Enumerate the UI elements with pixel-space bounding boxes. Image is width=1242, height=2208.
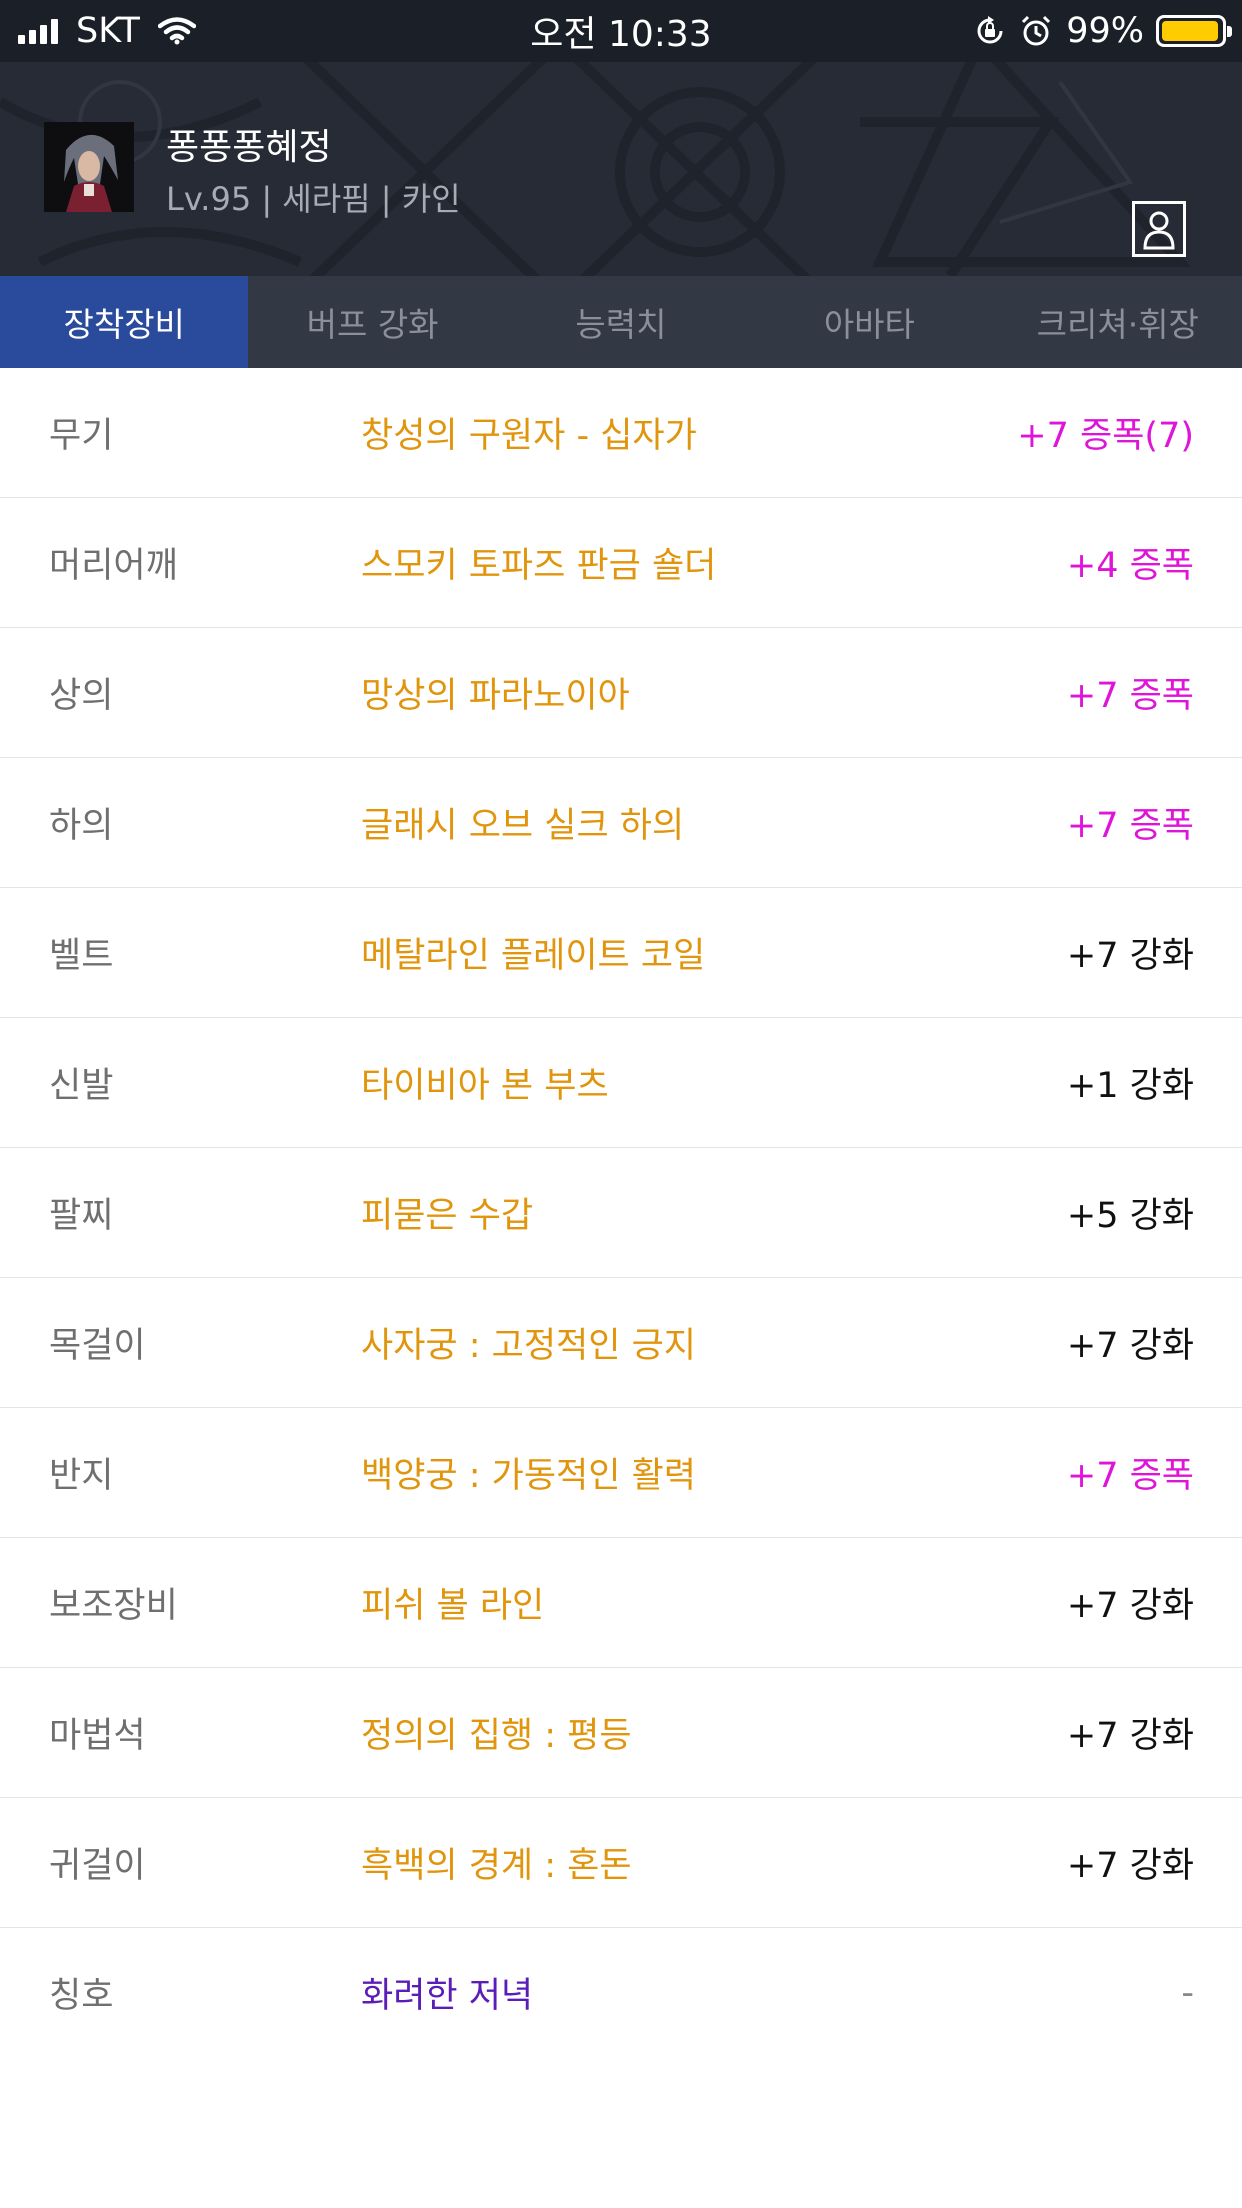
item-name: 창성의 구원자 - 십자가: [361, 416, 697, 456]
item-name: 글래시 오브 실크 하의: [361, 806, 685, 846]
item-name: 메탈라인 플레이트 코일: [361, 936, 706, 976]
item-name: 피쉬 볼 라인: [361, 1586, 545, 1626]
equipment-row-ring[interactable]: 반지 백양궁 : 가동적인 활력 +7 증폭: [0, 1408, 1242, 1538]
character-info: Lv.95 | 세라핌 | 카인: [166, 180, 461, 218]
upgrade-level: +7 증폭: [1066, 676, 1194, 716]
tab-buff-enhance[interactable]: 버프 강화: [248, 276, 496, 368]
status-right: 99%: [974, 0, 1232, 62]
equipment-row-bracelet[interactable]: 팔찌 피묻은 수갑 +5 강화: [0, 1148, 1242, 1278]
slot-label: 보조장비: [49, 1586, 178, 1626]
tab-bar: 장착장비 버프 강화 능력치 아바타 크리쳐·휘장: [0, 276, 1242, 368]
equipment-row-support[interactable]: 보조장비 피쉬 볼 라인 +7 강화: [0, 1538, 1242, 1668]
upgrade-level: +7 증폭(7): [1017, 416, 1194, 456]
tab-stats[interactable]: 능력치: [497, 276, 745, 368]
item-name: 타이비아 본 부츠: [361, 1066, 609, 1106]
character-avatar: [44, 122, 134, 212]
equipment-row-weapon[interactable]: 무기 창성의 구원자 - 십자가 +7 증폭(7): [0, 368, 1242, 498]
slot-label: 신발: [49, 1066, 114, 1106]
item-name: 화려한 저녁: [361, 1976, 534, 2016]
upgrade-level: +7 강화: [1066, 936, 1194, 976]
equipment-row-belt[interactable]: 벨트 메탈라인 플레이트 코일 +7 강화: [0, 888, 1242, 1018]
slot-label: 상의: [49, 676, 114, 716]
tab-equipment[interactable]: 장착장비: [0, 276, 249, 368]
upgrade-level: +7 강화: [1066, 1586, 1194, 1626]
upgrade-level: +1 강화: [1066, 1066, 1194, 1106]
slot-label: 벨트: [49, 936, 114, 976]
item-name: 피묻은 수갑: [361, 1196, 534, 1236]
slot-label: 머리어깨: [49, 546, 178, 586]
person-icon: [1143, 211, 1175, 250]
equipment-row-bottom[interactable]: 하의 글래시 오브 실크 하의 +7 증폭: [0, 758, 1242, 888]
battery-icon: [1156, 15, 1232, 47]
item-name: 망상의 파라노이아: [361, 676, 630, 716]
upgrade-level: +7 강화: [1066, 1326, 1194, 1366]
equipment-row-earring[interactable]: 귀걸이 흑백의 경계 : 혼돈 +7 강화: [0, 1798, 1242, 1928]
alarm-icon: [1022, 15, 1051, 46]
upgrade-level: +7 강화: [1066, 1846, 1194, 1886]
slot-label: 칭호: [49, 1976, 114, 2016]
item-name: 흑백의 경계 : 혼돈: [361, 1846, 632, 1886]
orientation-lock-icon: [977, 16, 1003, 44]
equipment-row-shoulder[interactable]: 머리어깨 스모키 토파즈 판금 숄더 +4 증폭: [0, 498, 1242, 628]
character-name: 퐁퐁퐁혜정: [166, 127, 332, 168]
profile-button[interactable]: [1132, 201, 1186, 257]
upgrade-level: +5 강화: [1066, 1196, 1194, 1236]
slot-label: 팔찌: [49, 1196, 114, 1236]
equipment-row-magic-stone[interactable]: 마법석 정의의 집행 : 평등 +7 강화: [0, 1668, 1242, 1798]
tab-creature-emblem[interactable]: 크리쳐·휘장: [994, 276, 1242, 368]
item-name: 스모키 토파즈 판금 숄더: [361, 546, 717, 586]
character-header: 퐁퐁퐁혜정 Lv.95 | 세라핌 | 카인: [0, 62, 1242, 276]
item-name: 백양궁 : 가동적인 활력: [361, 1456, 696, 1496]
upgrade-level: +7 증폭: [1066, 806, 1194, 846]
tab-avatar[interactable]: 아바타: [745, 276, 993, 368]
item-name: 정의의 집행 : 평등: [361, 1716, 632, 1756]
slot-label: 목걸이: [49, 1326, 146, 1366]
status-bar: SKT 오전 10:33 99%: [0, 0, 1242, 62]
equipment-row-necklace[interactable]: 목걸이 사자궁 : 고정적인 긍지 +7 강화: [0, 1278, 1242, 1408]
upgrade-level: +4 증폭: [1066, 546, 1194, 586]
equipment-row-shoes[interactable]: 신발 타이비아 본 부츠 +1 강화: [0, 1018, 1242, 1148]
item-name: 사자궁 : 고정적인 긍지: [361, 1326, 696, 1366]
upgrade-level: +7 증폭: [1066, 1456, 1194, 1496]
equipment-row-top[interactable]: 상의 망상의 파라노이아 +7 증폭: [0, 628, 1242, 758]
upgrade-level: +7 강화: [1066, 1716, 1194, 1756]
equipment-list: 무기 창성의 구원자 - 십자가 +7 증폭(7) 머리어깨 스모키 토파즈 판…: [0, 368, 1242, 2057]
slot-label: 하의: [49, 806, 114, 846]
slot-label: 무기: [49, 416, 114, 456]
slot-label: 마법석: [49, 1716, 146, 1756]
equipment-row-title[interactable]: 칭호 화려한 저녁 -: [0, 1928, 1242, 2057]
battery-percent: 99%: [1066, 11, 1144, 51]
upgrade-level: -: [1181, 1972, 1194, 2013]
slot-label: 귀걸이: [49, 1846, 146, 1886]
slot-label: 반지: [49, 1456, 114, 1496]
